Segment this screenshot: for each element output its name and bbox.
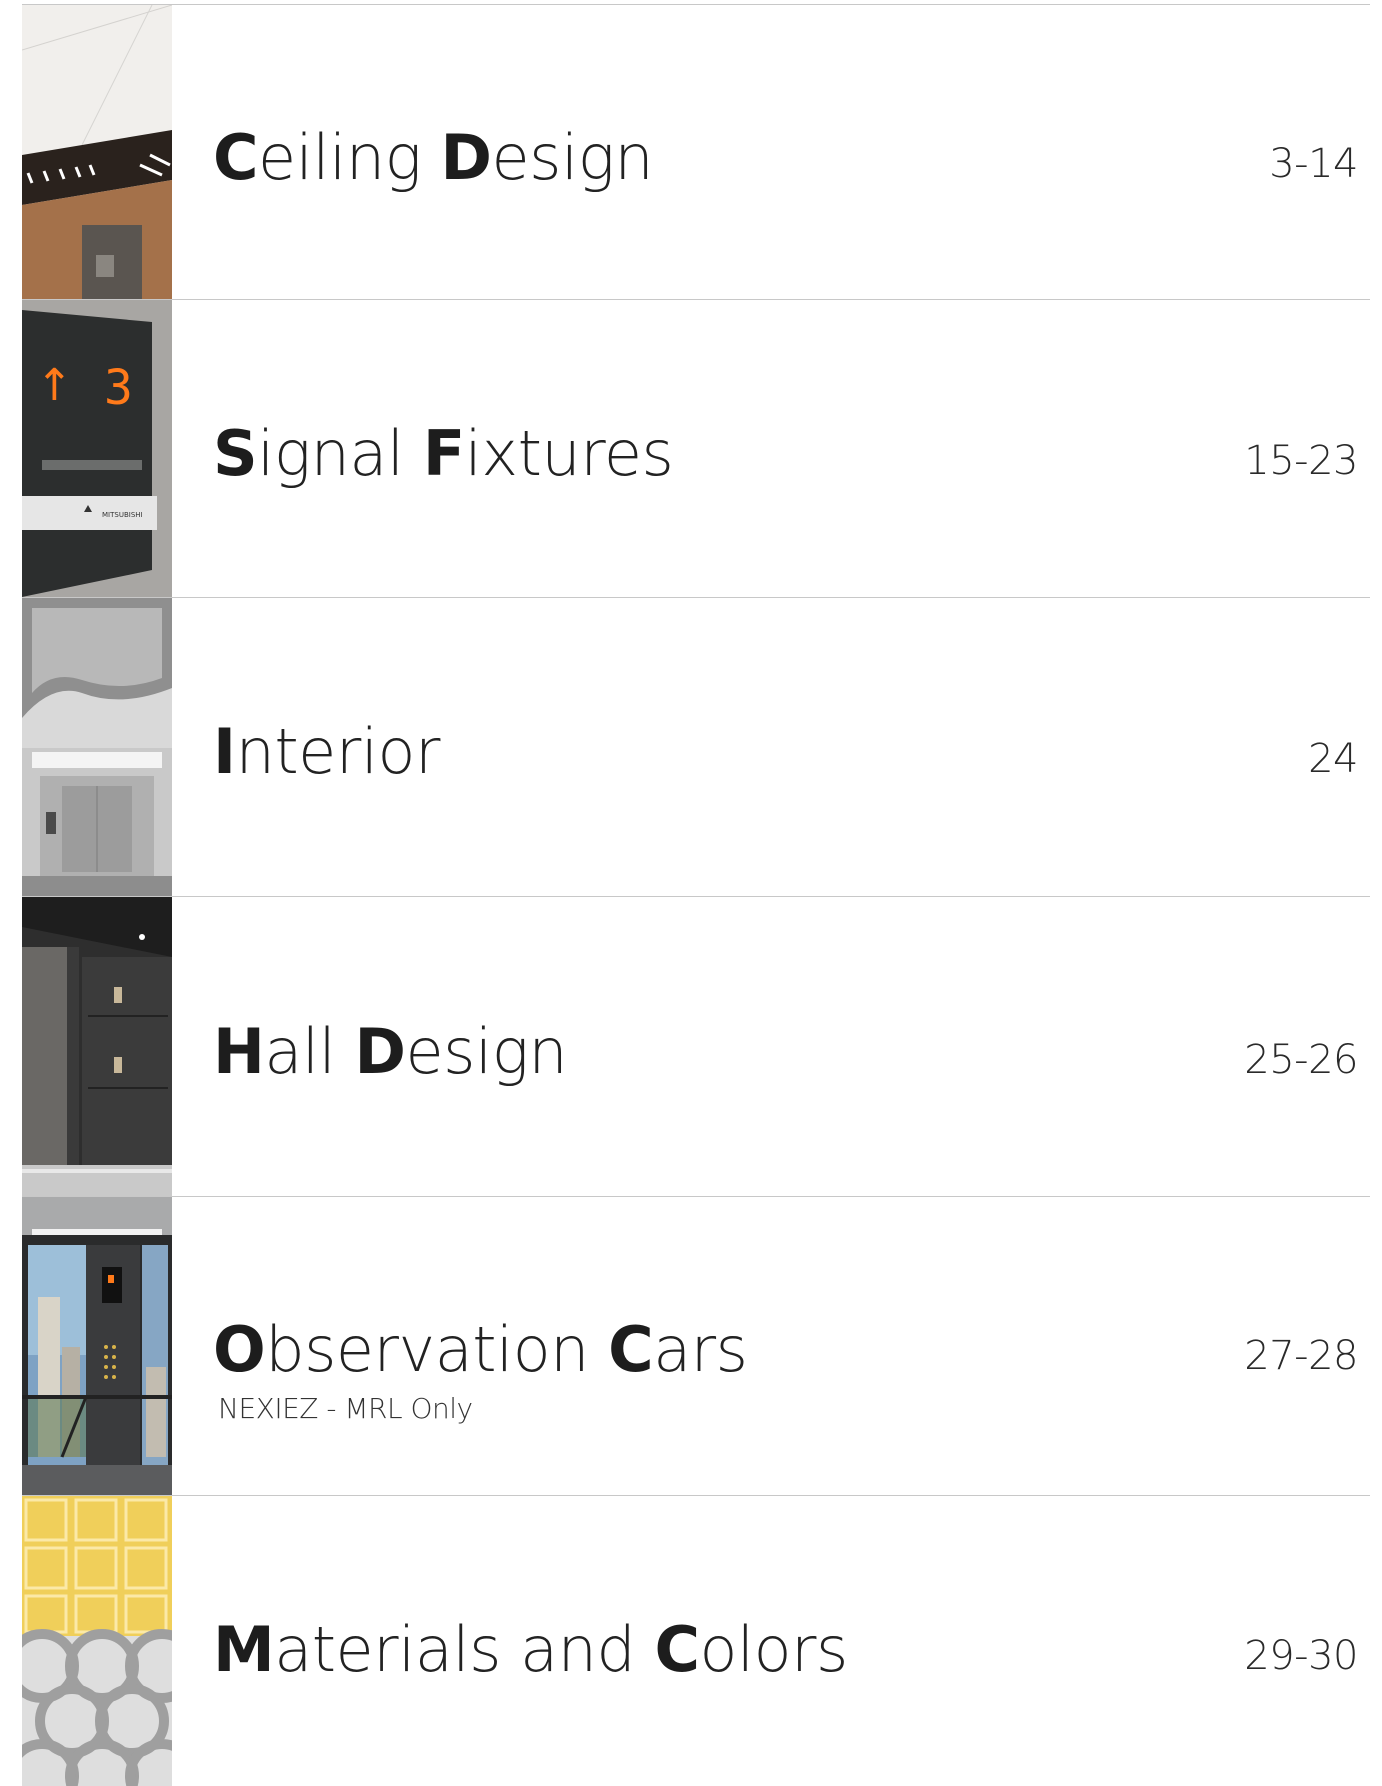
section-title: Observation Cars [213,1313,748,1386]
title-initial: C [213,121,259,194]
svg-text:3: 3 [104,360,133,416]
toc-row-hall-design[interactable]: Hall Design 25-26 [0,897,1382,1197]
title-text: esign [405,1015,568,1088]
toc-row-ceiling-design[interactable]: Ceiling Design 3-14 [0,5,1382,300]
svg-text:↑: ↑ [36,360,73,411]
title-text: aterials and [274,1613,655,1686]
signal-fixtures-thumbnail: ↑ 3 MITSUBISHI [22,300,172,597]
toc-row-materials-and-colors[interactable]: Materials and Colors 29-30 [0,1496,1382,1786]
page-range: 24 [1308,736,1358,782]
page-range: 3-14 [1269,141,1358,187]
toc-row-signal-fixtures[interactable]: ↑ 3 MITSUBISHI Signal Fixtures 15-23 [0,300,1382,598]
page-range: 27-28 [1244,1333,1358,1379]
title-initial: D [354,1015,406,1088]
title-initial: C [654,1613,700,1686]
toc-row-observation-cars[interactable]: Observation Cars NEXIEZ - MRL Only 27-28 [0,1197,1382,1496]
ceiling-design-thumbnail [22,5,172,299]
page-range: 29-30 [1244,1633,1358,1679]
title-initial: C [608,1313,654,1386]
table-of-contents: Ceiling Design 3-14 ↑ 3 MITSUBISHI Signa… [0,0,1382,1786]
title-initial: M [213,1613,275,1686]
svg-text:MITSUBISHI: MITSUBISHI [102,511,143,519]
title-text: olors [699,1613,848,1686]
title-initial: I [213,715,236,788]
page-range: 25-26 [1244,1037,1358,1083]
title-text: ixtures [464,417,674,490]
title-text: bservation [265,1313,609,1386]
title-initial: F [422,417,465,490]
observation-cars-thumbnail [22,1197,172,1495]
title-text: nterior [235,715,441,788]
section-title: Signal Fixtures [213,417,674,490]
hall-design-thumbnail [22,897,172,1196]
title-initial: D [440,121,492,194]
title-text: eiling [258,121,441,194]
title-initial: S [213,417,258,490]
section-title: Hall Design [213,1015,568,1088]
section-title: Ceiling Design [213,121,654,194]
toc-row-interior[interactable]: Interior 24 [0,598,1382,897]
section-title: Interior [213,715,440,788]
interior-thumbnail [22,598,172,896]
section-subtitle: NEXIEZ - MRL Only [218,1392,473,1425]
title-initial: O [213,1313,266,1386]
title-text: ars [653,1313,748,1386]
title-initial: H [213,1015,265,1088]
materials-and-colors-thumbnail [22,1496,172,1786]
title-text: all [264,1015,355,1088]
section-title: Materials and Colors [213,1613,848,1686]
title-text: esign [491,121,654,194]
title-text: ignal [257,417,423,490]
page-range: 15-23 [1244,438,1358,484]
